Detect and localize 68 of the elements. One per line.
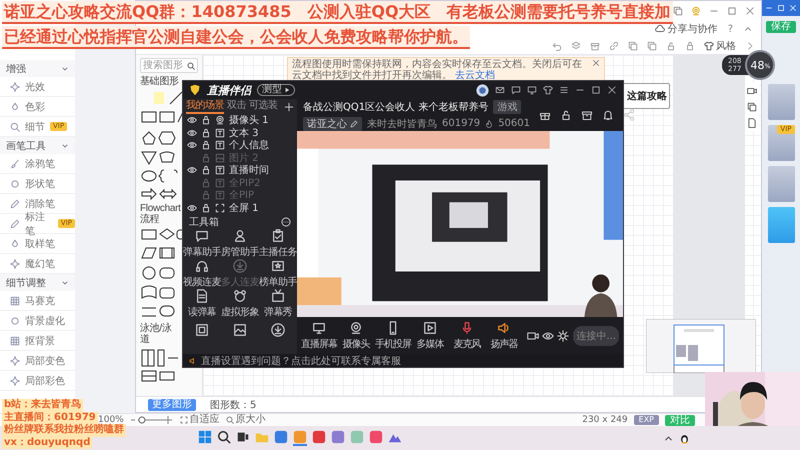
tool-button[interactable]: 弹幕助手 [183, 229, 221, 259]
source-button[interactable]: 多媒体 [412, 320, 448, 350]
overlay-caption: 诺亚之心攻略交流QQ群：140873485 公测入驻QQ大区 有老板公测需要托号养号直接加 [2, 1, 673, 24]
image-size: 230 x 249 [582, 415, 628, 425]
sidebar-item[interactable]: 马赛克 [0, 291, 75, 311]
source-button[interactable]: 直播屏幕 [301, 320, 337, 350]
sidebar-item[interactable]: 局部变色 [0, 351, 75, 371]
tool-button[interactable]: 读弹幕 [183, 289, 221, 319]
sidebar-item[interactable]: 色彩 [0, 97, 75, 117]
tool-button[interactable]: 视频连麦 [183, 259, 221, 289]
sidebar-item[interactable]: 抠背景 [0, 331, 75, 351]
tool-button[interactable]: 房管助手 [221, 229, 259, 259]
source-button[interactable]: 摄像头 [338, 320, 374, 350]
layer-item[interactable]: 个人信息 [183, 139, 297, 152]
group-title: 细节调整 [6, 276, 46, 290]
search-field[interactable]: 搜索图形 [140, 58, 198, 73]
overlay-caption: 主直播间：601979 [2, 412, 98, 424]
section-header[interactable]: Flowchart 流程 [140, 203, 181, 225]
shape-count: 图形数：5 [210, 398, 256, 412]
section-header[interactable]: 基础图形 [140, 76, 179, 87]
scene-tab[interactable]: 我的场景 [186, 99, 224, 114]
source-button[interactable]: 麦克风 [449, 320, 485, 350]
tool-button[interactable]: 主播任务 [259, 229, 297, 259]
room-name: 来时去时皆青鸟 [367, 118, 437, 130]
scene-tab[interactable]: 双击 [227, 99, 246, 114]
share-button[interactable]: 分享与协作 [654, 22, 718, 36]
layer-item[interactable]: 摄像头 1 [183, 114, 297, 126]
sidebar-item[interactable]: 形状笔 [0, 174, 75, 194]
group-title: 增强 [6, 62, 26, 76]
scene-tab[interactable]: 可选装 [249, 99, 278, 114]
support-link[interactable]: 直播设置遇到问题？点击此处可联系专属客服 [201, 354, 401, 368]
layer-item[interactable]: 文本 3 [183, 126, 297, 139]
overlay-caption: 粉丝牌联系我拉粉丝唠嗑群 [2, 424, 126, 436]
overlay-caption: b站：来去皆青鸟 [2, 399, 84, 412]
popularity-count: 50601 [498, 118, 530, 129]
source-button[interactable]: 扬声器 [486, 320, 522, 350]
tool-button[interactable]: 虚拟形象 [221, 289, 259, 319]
stream-title: 备战公测QQ1区公会收人 来个老板帮养号 [303, 100, 488, 114]
more-shapes-button[interactable]: 更多图形 [148, 398, 196, 410]
cloud-docs-link[interactable]: 去云文档 [455, 70, 496, 81]
category-tag: 游戏 [493, 100, 522, 114]
streamer-name[interactable]: 诺亚之心 [303, 116, 362, 130]
sidebar-item[interactable]: 背景虚化 [0, 311, 75, 331]
format-dropdown[interactable]: EXP [634, 415, 659, 425]
fit-button[interactable]: 自适应 [180, 414, 220, 426]
style-dropdown[interactable]: 风格 [704, 38, 736, 52]
room-id: 601979 [442, 118, 480, 129]
tool-button[interactable]: 榜单助手 [259, 259, 297, 289]
group-title: 画笔工具 [6, 140, 46, 152]
original-size-button[interactable]: 原大小 [226, 414, 266, 426]
notice-text: 流程图使用时需保持联网，内容会实时保存至云文档。关闭后可在云文档中找到文件并打开再次编辑。 去云文档 [292, 59, 583, 81]
overlay-caption: 已经通过心悦指挥官公测自建公会，公会收人免费攻略帮你护航。 [2, 26, 470, 49]
sidebar-item[interactable]: 取样笔 [0, 234, 75, 254]
sidebar-item[interactable]: 局部彩色 [0, 371, 75, 391]
zoom-level: 100% [98, 415, 124, 425]
connect-button[interactable]: 连接中... [573, 326, 619, 346]
mode-badge[interactable]: 测型 [257, 84, 295, 96]
tool-button[interactable]: 弹幕秀 [259, 289, 297, 319]
layer-item[interactable]: 直播时间 [183, 164, 297, 176]
toolbox-title: 工具箱 [189, 216, 219, 228]
sidebar-item[interactable]: 光效 [0, 77, 75, 97]
sidebar-item[interactable]: 涂鸦笔 [0, 154, 75, 174]
load-value: 48 [750, 58, 765, 72]
layer-item[interactable]: 全屏 1 [183, 202, 297, 214]
app-title: 直播伴侣 [207, 82, 251, 98]
overlay-caption: vx：douyuqnqd [2, 436, 92, 449]
help-button[interactable]: ? [728, 24, 733, 34]
source-button[interactable]: 手机投屏 [375, 320, 411, 350]
